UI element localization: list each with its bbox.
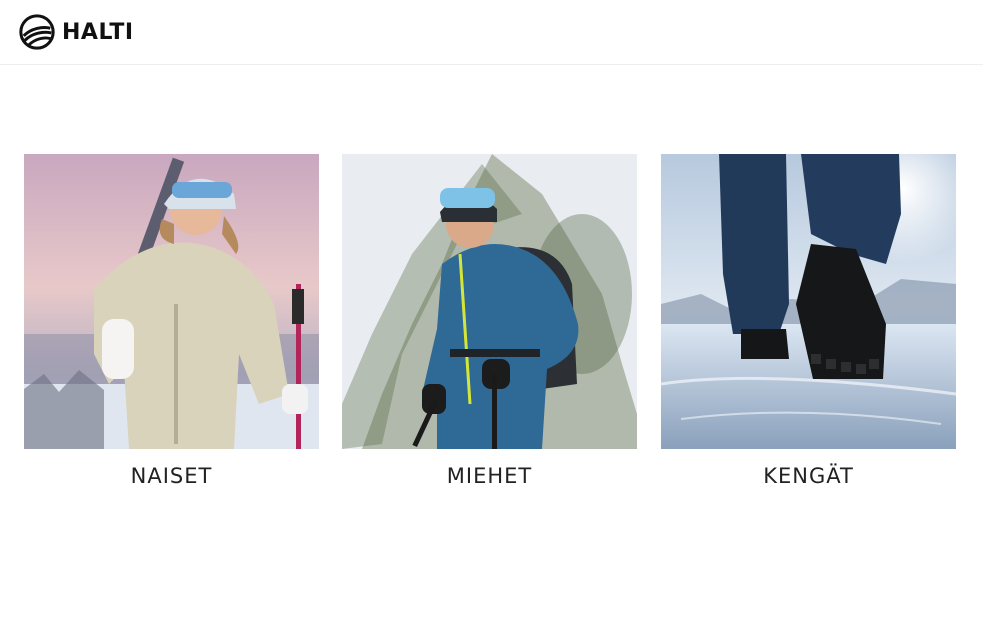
category-card-miehet[interactable]: MIEHET bbox=[342, 154, 637, 499]
category-label-naiset: NAISET bbox=[130, 464, 213, 488]
winter-boots-photo bbox=[661, 154, 956, 449]
logo-wordmark: HALTI bbox=[62, 19, 134, 45]
man-hiker-photo bbox=[342, 154, 637, 449]
category-card-kengat[interactable]: KENGÄT bbox=[661, 154, 956, 499]
halti-logo-link[interactable]: HALTI bbox=[18, 13, 134, 51]
category-label-miehet: MIEHET bbox=[446, 464, 533, 488]
category-card-naiset[interactable]: NAISET bbox=[24, 154, 319, 499]
site-header: HALTI bbox=[0, 0, 983, 65]
halti-logo-icon bbox=[19, 14, 55, 50]
category-label-kengat: KENGÄT bbox=[763, 464, 854, 488]
category-grid: NAISET MIEHET KENGÄT bbox=[24, 154, 956, 499]
woman-skier-photo bbox=[24, 154, 319, 449]
